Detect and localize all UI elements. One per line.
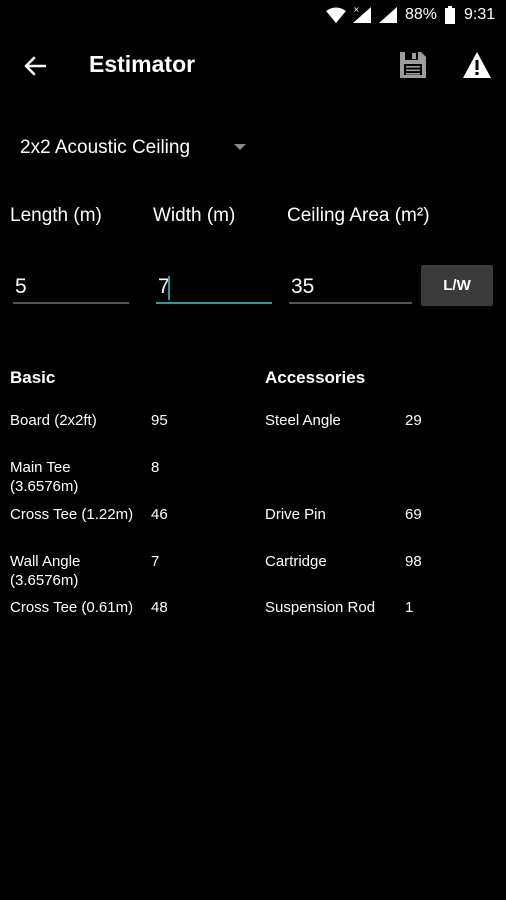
ceiling-type-dropdown[interactable]: 2x2 Acoustic Ceiling [20, 134, 250, 162]
basic-row-value: 95 [151, 412, 168, 429]
length-label: Length (m) [10, 205, 102, 226]
accessories-row-value: 29 [405, 412, 422, 429]
basic-row-label: Cross Tee (0.61m) [10, 599, 134, 616]
basic-row-label: Board (2x2ft) [10, 412, 97, 429]
width-label: Width (m) [153, 205, 236, 226]
clock: 9:31 [464, 6, 496, 23]
area-value: 35 [291, 275, 315, 298]
accessories-row-label: Drive Pin [265, 506, 326, 523]
lw-button[interactable]: L/W [421, 265, 493, 306]
basic-row-value: 8 [151, 459, 160, 476]
accessories-row-value: 69 [405, 506, 422, 523]
length-value: 5 [15, 275, 27, 298]
battery-percent: 88% [405, 6, 438, 23]
basic-row-value: 46 [151, 506, 168, 523]
width-underline [156, 302, 272, 304]
basic-row-label: Cross Tee (1.22m) [10, 506, 134, 523]
warning-icon[interactable] [460, 48, 494, 82]
basic-row-label: Main Tee (3.6576m) [10, 459, 79, 495]
cell-signal-icon-2 [379, 7, 397, 23]
save-icon[interactable] [396, 48, 430, 82]
accessories-row-label: Cartridge [265, 553, 327, 570]
page-title: Estimator [89, 51, 196, 77]
wifi-icon [326, 7, 346, 23]
basic-heading: Basic [10, 368, 56, 387]
back-arrow-icon[interactable] [20, 52, 50, 80]
basic-row-value: 7 [151, 553, 160, 570]
cell-signal-icon: × [351, 5, 371, 23]
accessories-row-label: Steel Angle [265, 412, 341, 429]
width-input[interactable]: 7 [156, 272, 272, 304]
text-cursor [168, 276, 170, 300]
battery-icon [445, 6, 455, 24]
status-bar: × 88% 9:31 [0, 0, 506, 32]
accessories-heading: Accessories [265, 368, 366, 387]
area-label: Ceiling Area (m²) [287, 205, 430, 226]
basic-row-value: 48 [151, 599, 168, 616]
length-underline [13, 302, 129, 304]
accessories-row-value: 1 [405, 599, 414, 616]
area-underline [289, 302, 412, 304]
accessories-row-label: Suspension Rod [265, 599, 376, 616]
length-input[interactable]: 5 [13, 272, 129, 304]
area-input[interactable]: 35 [289, 272, 412, 304]
dropdown-selected-value: 2x2 Acoustic Ceiling [20, 137, 191, 158]
basic-row-label: Wall Angle (3.6576m) [10, 553, 81, 589]
dropdown-arrow-icon [234, 144, 246, 150]
svg-text:×: × [353, 5, 360, 14]
accessories-row-value: 98 [405, 553, 422, 570]
